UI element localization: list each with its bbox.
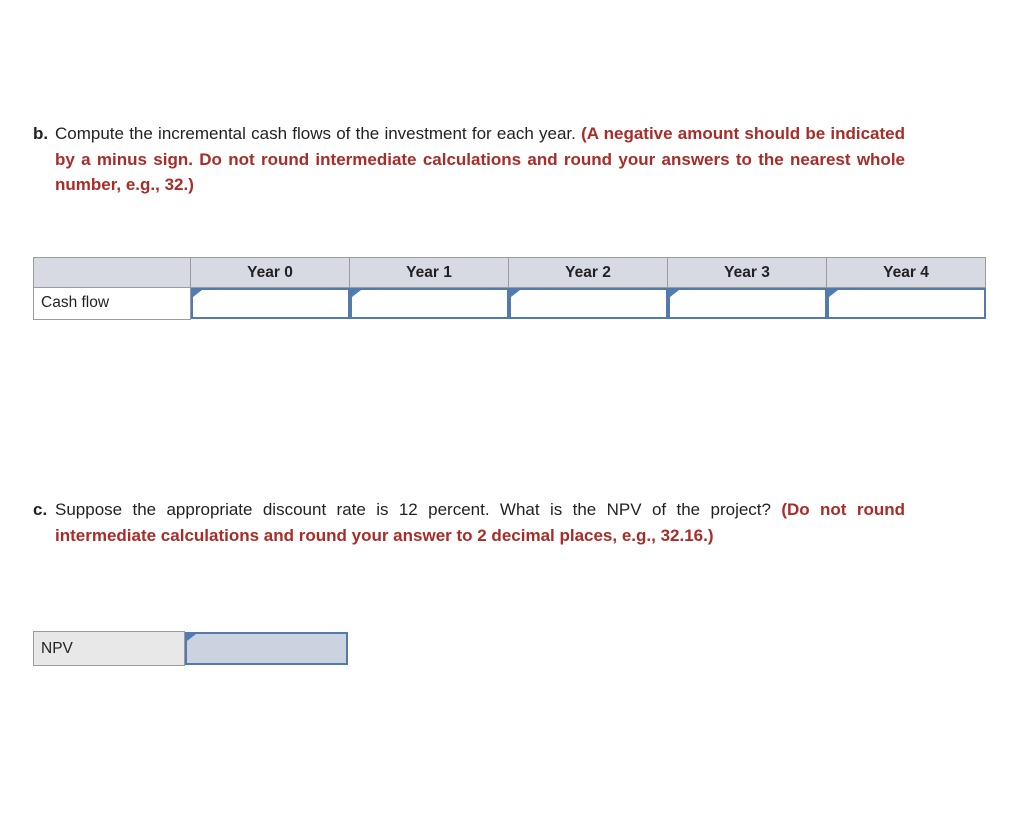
npv-label-cell: NPV [33,631,185,666]
input-marker-triangle-icon [828,290,838,304]
cashflow-table: Year 0 Year 1 Year 2 Year 3 Year 4 Cash … [33,257,986,320]
cashflow-cell-year-2 [508,288,668,319]
column-header-year-2: Year 2 [508,257,668,288]
cashflow-cell-year-1 [349,288,509,319]
question-c-prompt: Suppose the appropriate discount rate is… [55,500,782,519]
question-c-text: Suppose the appropriate discount rate is… [55,497,905,548]
npv-table: NPV [33,631,348,666]
input-marker-triangle-icon [510,290,520,304]
cashflow-input-year-4[interactable] [840,290,978,317]
corner-header-cell [33,257,191,288]
cashflow-input-box-year-0[interactable] [191,288,350,319]
cashflow-input-box-year-3[interactable] [667,288,827,319]
input-marker-triangle-icon [351,290,361,304]
input-marker-triangle-icon [669,290,679,304]
question-c: c. Suppose the appropriate discount rate… [33,497,905,548]
cashflow-input-year-3[interactable] [681,290,819,317]
cashflow-input-box-year-1[interactable] [349,288,509,319]
input-marker-triangle-icon [193,290,202,304]
question-b-text: Compute the incremental cash flows of th… [55,121,905,198]
npv-input-cell [185,632,348,666]
column-header-year-1: Year 1 [349,257,509,288]
column-header-year-3: Year 3 [667,257,827,288]
question-b-prompt: Compute the incremental cash flows of th… [55,124,582,143]
cashflow-input-year-2[interactable] [522,290,660,317]
cashflow-input-box-year-2[interactable] [508,288,668,319]
question-b-marker: b. [33,124,49,143]
cashflow-input-box-year-4[interactable] [826,288,986,319]
row-label-cash-flow: Cash flow [33,287,191,320]
cashflow-cell-year-4 [826,288,986,319]
question-b: b. Compute the incremental cash flows of… [33,121,905,198]
column-header-year-4: Year 4 [826,257,986,288]
table-row: Cash flow [33,287,986,320]
npv-input[interactable] [199,634,340,663]
table-header-row: Year 0 Year 1 Year 2 Year 3 Year 4 [33,257,986,288]
cashflow-cell-year-3 [667,288,827,319]
cashflow-input-year-0[interactable] [205,290,342,317]
column-header-year-0: Year 0 [190,257,350,288]
npv-input-box[interactable] [185,632,348,665]
npv-row: NPV [33,631,348,666]
question-c-marker: c. [33,500,48,519]
cashflow-input-year-1[interactable] [363,290,501,317]
cashflow-cell-year-0 [191,288,350,319]
input-marker-triangle-icon [187,634,196,648]
